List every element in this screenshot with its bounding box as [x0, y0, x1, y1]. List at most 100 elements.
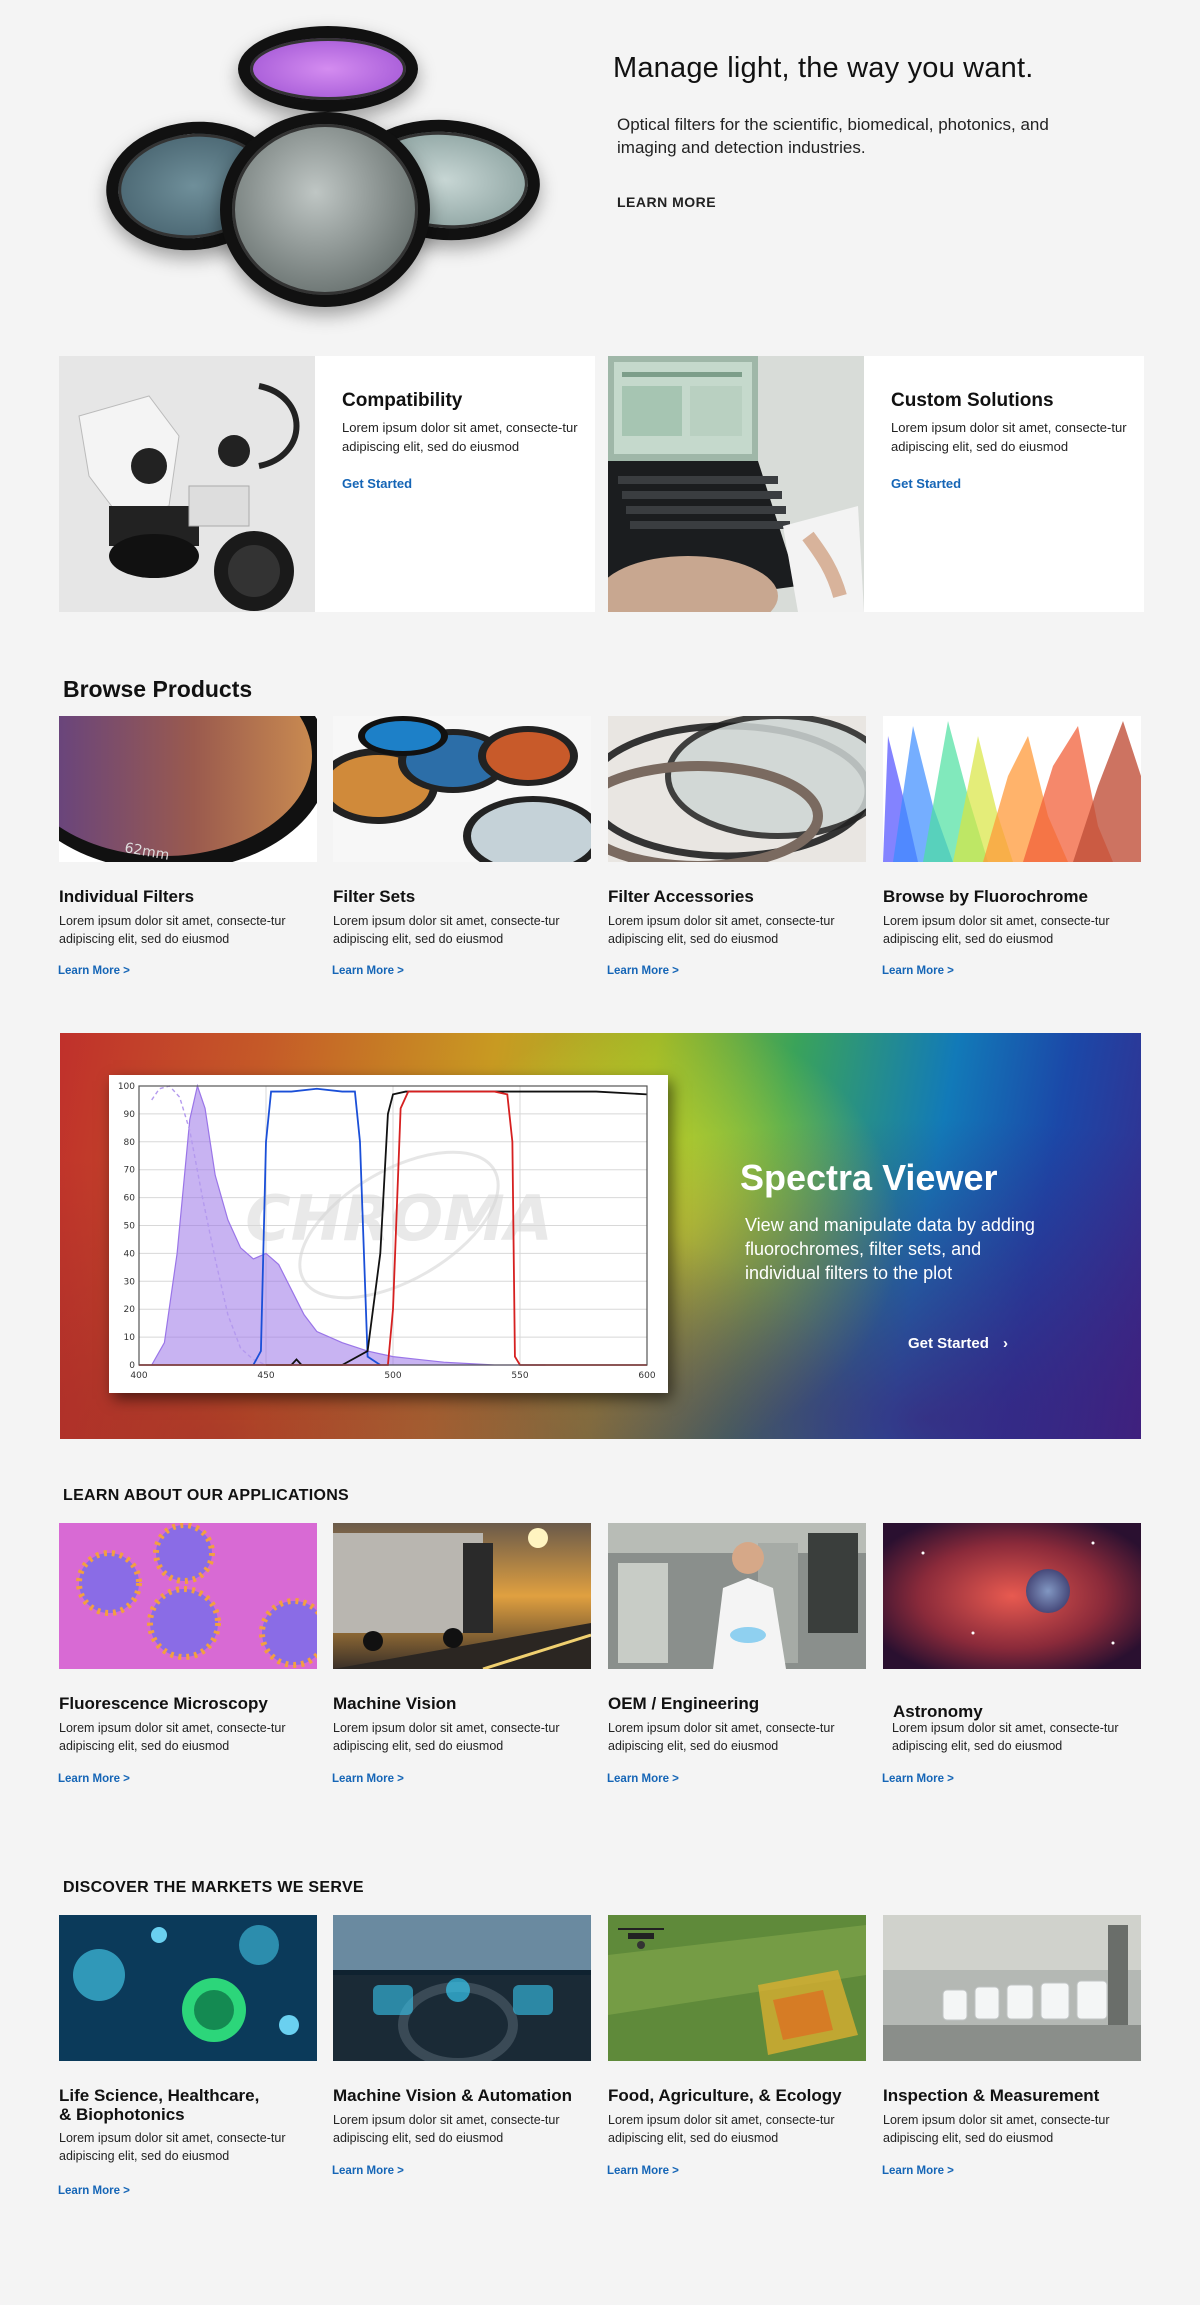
spectra-get-started-button[interactable]: Get Started › — [908, 1335, 1008, 1352]
food-agriculture-learn-more-link[interactable]: Learn More > — [607, 2165, 679, 2177]
market-card-life-science[interactable]: Life Science, Healthcare, & Biophotonics… — [58, 1915, 317, 2205]
card-description: Lorem ipsum dolor sit amet, consecte-tur… — [59, 2131, 286, 2163]
filter-accessories-image — [608, 716, 866, 862]
truck-image — [333, 1523, 591, 1669]
y-tick-label: 60 — [124, 1194, 136, 1204]
spectra-chart[interactable]: CHROMA 0 10 20 30 40 50 60 70 80 90 100 400 450 500 55… — [109, 1075, 668, 1393]
compatibility-get-started-link[interactable]: Get Started — [342, 476, 412, 491]
life-science-learn-more-link[interactable]: Learn More > — [58, 2185, 130, 2197]
autonomous-car-image — [333, 1915, 591, 2061]
inspection-learn-more-link[interactable]: Learn More > — [882, 2165, 954, 2177]
engineer-lab-illustration — [608, 1523, 866, 1669]
card-title: Food, Agriculture, & Ecology — [608, 2086, 842, 2105]
y-tick-label: 70 — [124, 1166, 136, 1176]
engineer-lab-image — [608, 1523, 866, 1669]
spectra-viewer-title: Spectra Viewer — [740, 1157, 998, 1198]
nebula-illustration — [883, 1523, 1141, 1669]
feature-description: Lorem ipsum dolor sit amet, consecte-tur… — [891, 420, 1127, 454]
filter-ring-illustration: 62mm — [59, 716, 317, 862]
autonomous-car-illustration — [333, 1915, 591, 2061]
oem-engineering-learn-more-link[interactable]: Learn More > — [607, 1773, 679, 1785]
individual-filters-learn-more-link[interactable]: Learn More > — [58, 965, 130, 977]
applications-heading: LEARN ABOUT OUR APPLICATIONS — [63, 1487, 350, 1504]
card-description: Lorem ipsum dolor sit amet, consecte-tur… — [59, 1721, 286, 1753]
hero-filters-image — [99, 22, 550, 317]
card-description: Lorem ipsum dolor sit amet, consecte-tur… — [608, 914, 835, 946]
feature-card-custom-solutions: Custom Solutions Lorem ipsum dolor sit a… — [608, 356, 1144, 612]
y-tick-label: 50 — [124, 1222, 136, 1232]
microscope-image — [59, 356, 315, 612]
y-tick-label: 90 — [124, 1110, 136, 1120]
y-tick-label: 20 — [124, 1305, 136, 1315]
truck-illustration — [333, 1523, 591, 1669]
application-card-astronomy[interactable]: Astronomy Lorem ipsum dolor sit amet, co… — [882, 1523, 1141, 1793]
microscope-illustration — [59, 356, 315, 612]
virus-image — [59, 1523, 317, 1669]
spectra-get-started-label: Get Started — [908, 1335, 989, 1352]
life-science-image — [59, 1915, 317, 2061]
markets-heading: DISCOVER THE MARKETS WE SERVE — [63, 1879, 364, 1896]
y-tick-label: 40 — [124, 1249, 136, 1259]
hero-title: Manage light, the way you want. — [613, 52, 1034, 84]
x-tick-label: 600 — [638, 1371, 655, 1381]
chevron-right-icon: › — [1003, 1335, 1009, 1352]
feature-title: Custom Solutions — [891, 390, 1054, 411]
filter-sets-image — [333, 716, 591, 862]
x-tick-label: 500 — [384, 1371, 401, 1381]
card-title: Inspection & Measurement — [883, 2086, 1100, 2105]
card-description: Lorem ipsum dolor sit amet, consecte-tur… — [59, 914, 286, 946]
product-card-filter-sets[interactable]: Filter Sets Lorem ipsum dolor sit amet, … — [332, 716, 591, 986]
filter-set-illustration — [333, 716, 591, 862]
card-description: Lorem ipsum dolor sit amet, consecte-tur… — [883, 2113, 1110, 2145]
product-card-browse-fluorochrome[interactable]: Browse by Fluorochrome Lorem ipsum dolor… — [882, 716, 1141, 986]
filter-sets-learn-more-link[interactable]: Learn More > — [332, 965, 404, 977]
individual-filter-image: 62mm — [59, 716, 317, 862]
custom-solutions-get-started-link[interactable]: Get Started — [891, 476, 961, 491]
hero-subtitle: Optical filters for the scientific, biom… — [617, 115, 1049, 157]
application-card-machine-vision[interactable]: Machine Vision Lorem ipsum dolor sit ame… — [332, 1523, 591, 1793]
card-title: Filter Accessories — [608, 887, 754, 906]
x-tick-label: 450 — [257, 1371, 274, 1381]
spectra-viewer-description: View and manipulate data by adding fluor… — [745, 1215, 1035, 1283]
laptop-image — [608, 356, 864, 612]
y-tick-label: 80 — [124, 1138, 136, 1148]
filter-ring-top — [238, 26, 418, 112]
fluorochrome-spectra-illustration — [883, 716, 1141, 862]
filter-accessories-learn-more-link[interactable]: Learn More > — [607, 965, 679, 977]
card-title: Life Science, Healthcare, & Biophotonics — [59, 2086, 260, 2124]
hero-learn-more-link[interactable]: LEARN MORE — [617, 194, 716, 210]
accessories-illustration — [608, 716, 866, 862]
card-title: Machine Vision — [333, 1694, 457, 1713]
card-description: Lorem ipsum dolor sit amet, consecte-tur… — [333, 1721, 560, 1753]
card-title: OEM / Engineering — [608, 1694, 760, 1713]
market-card-food-agriculture[interactable]: Food, Agriculture, & Ecology Lorem ipsum… — [607, 1915, 866, 2185]
application-card-oem-engineering[interactable]: OEM / Engineering Lorem ipsum dolor sit … — [607, 1523, 866, 1793]
application-card-fluorescence-microscopy[interactable]: Fluorescence Microscopy Lorem ipsum dolo… — [58, 1523, 317, 1793]
laptop-illustration — [608, 356, 864, 612]
card-description: Lorem ipsum dolor sit amet, consecte-tur… — [883, 914, 1110, 946]
astronomy-learn-more-link[interactable]: Learn More > — [882, 1773, 954, 1785]
browse-fluorochrome-learn-more-link[interactable]: Learn More > — [882, 965, 954, 977]
card-title: Individual Filters — [59, 887, 195, 906]
card-description: Lorem ipsum dolor sit amet, consecte-tur… — [333, 2113, 560, 2145]
y-tick-label: 0 — [129, 1361, 135, 1371]
x-tick-label: 400 — [130, 1371, 147, 1381]
card-description: Lorem ipsum dolor sit amet, consecte-tur… — [608, 1721, 835, 1753]
life-science-illustration — [59, 1915, 317, 2061]
product-card-individual-filters[interactable]: 62mm Individual Filters Lorem ipsum dolo… — [58, 716, 317, 986]
nebula-image — [883, 1523, 1141, 1669]
y-tick-label: 10 — [124, 1333, 136, 1343]
browse-products-heading: Browse Products — [63, 676, 253, 702]
filter-ring-front — [220, 112, 430, 307]
machine-vision-automation-learn-more-link[interactable]: Learn More > — [332, 2165, 404, 2177]
feature-description: Lorem ipsum dolor sit amet, consecte-tur… — [342, 420, 578, 454]
machine-vision-learn-more-link[interactable]: Learn More > — [332, 1773, 404, 1785]
x-tick-label: 550 — [511, 1371, 528, 1381]
fluorescence-learn-more-link[interactable]: Learn More > — [58, 1773, 130, 1785]
fluorochrome-spectra-image — [883, 716, 1141, 862]
product-card-filter-accessories[interactable]: Filter Accessories Lorem ipsum dolor sit… — [607, 716, 866, 986]
market-card-machine-vision-automation[interactable]: Machine Vision & Automation Lorem ipsum … — [332, 1915, 591, 2185]
production-line-image — [883, 1915, 1141, 2061]
market-card-inspection[interactable]: Inspection & Measurement Lorem ipsum dol… — [882, 1915, 1141, 2185]
feature-title: Compatibility — [342, 390, 463, 411]
